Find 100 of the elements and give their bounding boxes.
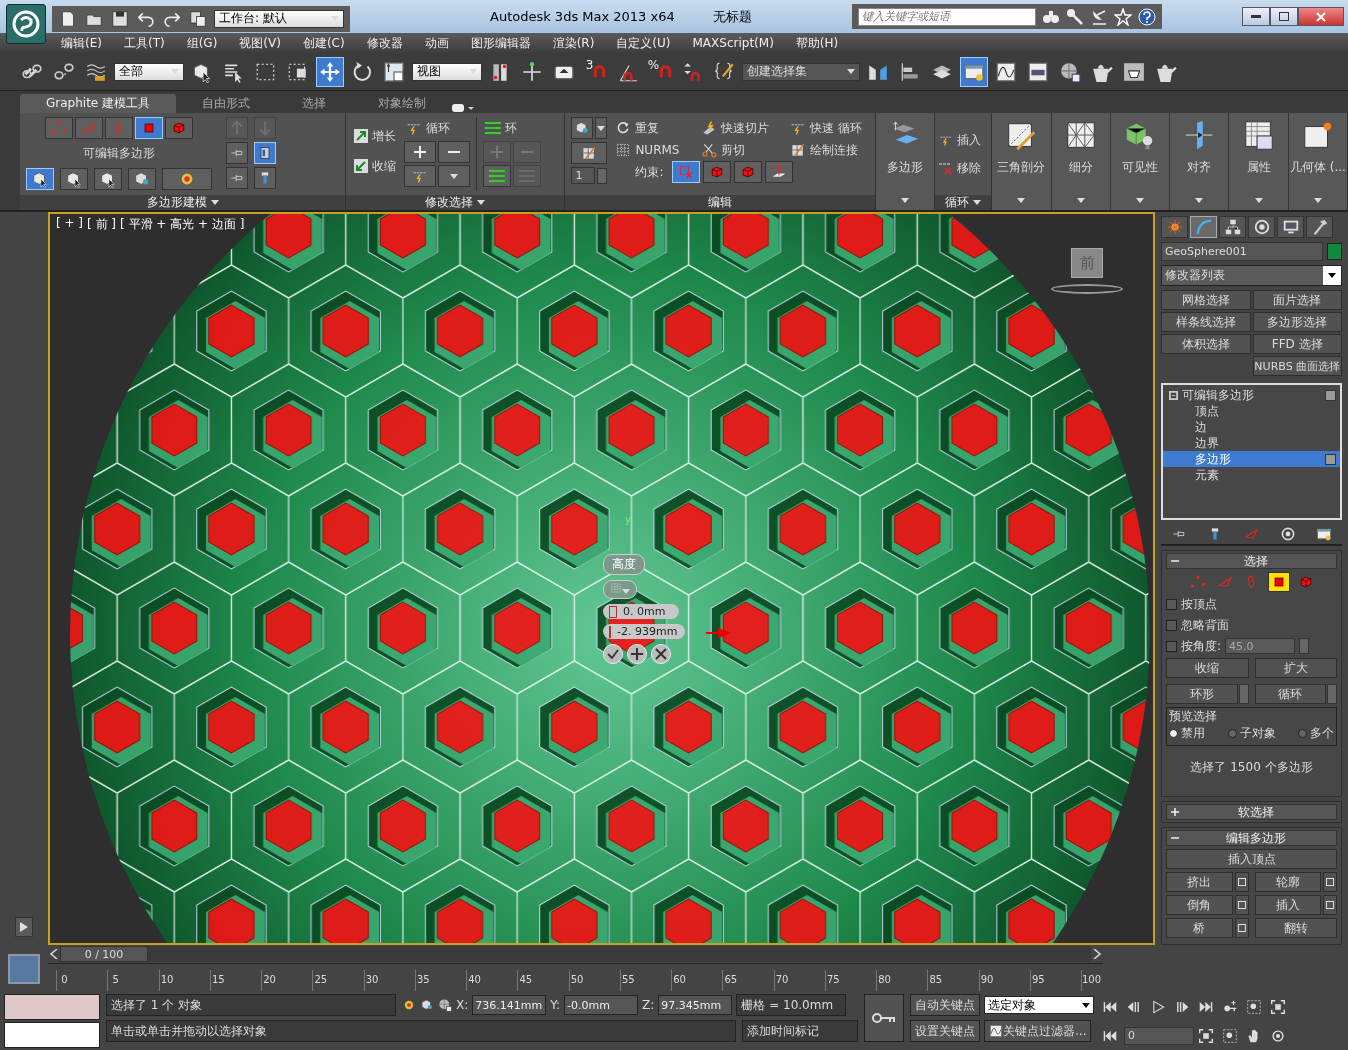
menu-item[interactable]: 图形编辑器 (459, 34, 542, 52)
menu-item[interactable]: 动画 (413, 34, 460, 52)
stack-item[interactable]: 多边形 (1163, 451, 1340, 467)
ribbon-big-button[interactable]: 多边形 (875, 113, 935, 210)
ribbon-big-button[interactable]: 细分 (1051, 113, 1111, 210)
modifier-button[interactable]: FFD 选择 (1252, 334, 1342, 354)
caddy-field[interactable]: -2. 939mm (603, 624, 685, 639)
time-tag-button[interactable]: 添加时间标记 (742, 1020, 858, 1042)
remove-button[interactable]: 移除 (936, 157, 990, 179)
selection-button[interactable]: 环形 (1166, 684, 1238, 704)
time-slider-track[interactable]: 0 / 100 (60, 946, 1091, 962)
coordinate-field[interactable]: 97.345mm (658, 995, 733, 1015)
dropdown[interactable]: 全部 (114, 62, 184, 81)
viewport-label[interactable]: [ + ] (56, 216, 84, 233)
auto-key-button[interactable]: 自动关键点 (910, 994, 980, 1016)
edit-tool-button[interactable]: 重复 (613, 117, 687, 139)
ribbon-big-button[interactable]: 对齐 (1170, 113, 1230, 210)
ribbon-big-button[interactable]: 属性 (1229, 113, 1289, 210)
checkbox-label[interactable]: 忽略背面 (1181, 616, 1229, 634)
coordinate-field[interactable]: 736.141mm (472, 995, 547, 1015)
edit-polygon-button[interactable]: 翻转 (1254, 918, 1337, 938)
modifier-list-dropdown[interactable]: 修改器列表 (1161, 265, 1342, 286)
menu-item[interactable]: 视图(V) (228, 34, 292, 52)
workspace-dropdown[interactable]: 工作台: 默认 (214, 9, 344, 28)
checkbox-label[interactable]: 按顶点 (1181, 595, 1217, 613)
edit-tool-button[interactable]: 快速切片 (698, 117, 776, 139)
stack-item[interactable]: 边 (1163, 419, 1340, 435)
radio-label[interactable]: 禁用 (1181, 725, 1205, 742)
insert-button[interactable]: 插入 (936, 129, 990, 151)
rollout-header[interactable]: 选择 (1166, 553, 1337, 569)
stack-item[interactable]: 元素 (1163, 467, 1340, 483)
viewport-label[interactable]: [ 前 ] (87, 216, 117, 233)
loop-button[interactable]: 循环 (404, 117, 471, 139)
modifier-button[interactable]: 样条线选择 (1161, 312, 1251, 332)
viewport-label[interactable]: [ 平滑 + 高光 + 边面 ] (120, 216, 245, 233)
frame-field[interactable]: 0 (1124, 1026, 1194, 1045)
grid-size: 栅格 = 10.0mm (736, 994, 847, 1016)
stack-item[interactable]: 可编辑多边形 (1163, 387, 1340, 403)
edit-tool-button[interactable]: 快速 循环 (787, 117, 869, 139)
rollout-header[interactable]: 编辑多边形 (1166, 830, 1337, 846)
modifier-button[interactable]: 体积选择 (1161, 334, 1251, 354)
modifier-button[interactable]: 多边形选择 (1252, 312, 1342, 332)
menu-item[interactable]: 创建(C) (291, 34, 356, 52)
key-filters-button[interactable]: 关键点过滤器... (984, 1020, 1092, 1042)
toolbar-button[interactable]: 3 (582, 56, 610, 87)
menu-item[interactable]: MAXScript(M) (681, 36, 785, 50)
document-title: 无标题 (712, 7, 752, 26)
modifier-button[interactable]: 网格选择 (1161, 290, 1251, 310)
key-mode-dropdown[interactable]: 选定对象 (984, 996, 1094, 1014)
edit-polygon-button[interactable]: 桥 (1166, 918, 1233, 938)
edit-polygon-button[interactable]: 挤出 (1166, 872, 1233, 892)
time-slider-thumb[interactable]: 0 / 100 (60, 946, 148, 962)
toolbar-button[interactable]: % (646, 56, 674, 87)
coordinate-field[interactable]: -0.0mm (564, 995, 639, 1015)
radio-label[interactable]: 子对象 (1239, 725, 1276, 742)
caddy-field[interactable]: 0. 0mm (603, 604, 679, 619)
selection-button[interactable]: 收缩 (1166, 658, 1249, 678)
repeat-count-field[interactable]: 1 (571, 167, 596, 184)
stack-item[interactable]: 顶点 (1163, 403, 1340, 419)
rollout-header[interactable]: 软选择 (1166, 804, 1337, 820)
checkbox-label[interactable]: 按角度: (1181, 637, 1222, 655)
selection-button[interactable]: 循环 (1254, 684, 1326, 704)
edit-tool-button[interactable]: 剪切 (698, 139, 776, 161)
menu-item[interactable]: 自定义(U) (605, 34, 682, 52)
edit-polygon-button[interactable]: 插入 (1254, 895, 1321, 915)
edit-polygon-button[interactable]: 倒角 (1166, 895, 1233, 915)
menu-item[interactable]: 编辑(E) (50, 34, 113, 52)
ribbon-big-button[interactable]: 几何体 (... (1288, 113, 1348, 210)
set-key-button[interactable]: 设置关键点 (910, 1020, 980, 1042)
ribbon-big-button[interactable]: 可见性 (1110, 113, 1171, 210)
dropdown[interactable]: 视图 (412, 62, 482, 81)
modifier-button[interactable]: NURBS 曲面选择 (1252, 356, 1342, 376)
modifier-button[interactable]: 面片选择 (1252, 290, 1342, 310)
ribbon-tab[interactable]: 选择 (276, 94, 353, 113)
ribbon-big-button[interactable]: 三角剖分 (992, 113, 1052, 210)
menu-item[interactable]: 工具(T) (112, 34, 176, 52)
panel-footer[interactable]: 多边形建模 (20, 195, 346, 210)
shrink-button[interactable]: 收缩 (352, 155, 399, 177)
edit-polygon-button[interactable]: 轮廓 (1254, 872, 1321, 892)
edit-tool-button[interactable]: 绘制连接 (787, 139, 869, 161)
edit-tool-button[interactable]: NURMS (613, 139, 687, 161)
ring-button[interactable]: 环 (483, 117, 542, 139)
selection-button[interactable]: 扩大 (1254, 658, 1337, 678)
menu-item[interactable]: 组(G) (175, 34, 229, 52)
panel-footer[interactable]: 循环 (934, 195, 992, 210)
dropdown[interactable]: 创建选择集 (742, 62, 860, 81)
panel-footer[interactable]: 修改选择 (346, 195, 565, 210)
ribbon-tab[interactable]: 自由形式 (176, 94, 277, 113)
ribbon-tab[interactable]: 对象绘制 (352, 94, 453, 113)
menu-item[interactable]: 帮助(H) (784, 34, 850, 52)
insert-vertex-button[interactable]: 插入顶点 (1166, 849, 1337, 869)
menu-item[interactable]: 修改器 (355, 34, 414, 52)
object-name-field[interactable]: GeoSphere001 (1161, 242, 1323, 261)
search-field[interactable]: 键入关键字或短语 (857, 7, 1036, 26)
ribbon-tab[interactable]: Graphite 建模工具 (20, 94, 177, 113)
radio-label[interactable]: 多个 (1310, 725, 1334, 742)
stack-item[interactable]: 边界 (1163, 435, 1340, 451)
menu-item[interactable]: 渲染(R) (541, 34, 606, 52)
grow-button[interactable]: 增长 (352, 125, 399, 147)
timeline-ruler[interactable]: 0 5 10 15 20 25 30 35 40 45 50 55 60 65 70 75 80 85 90 95 100 (48, 963, 1103, 991)
